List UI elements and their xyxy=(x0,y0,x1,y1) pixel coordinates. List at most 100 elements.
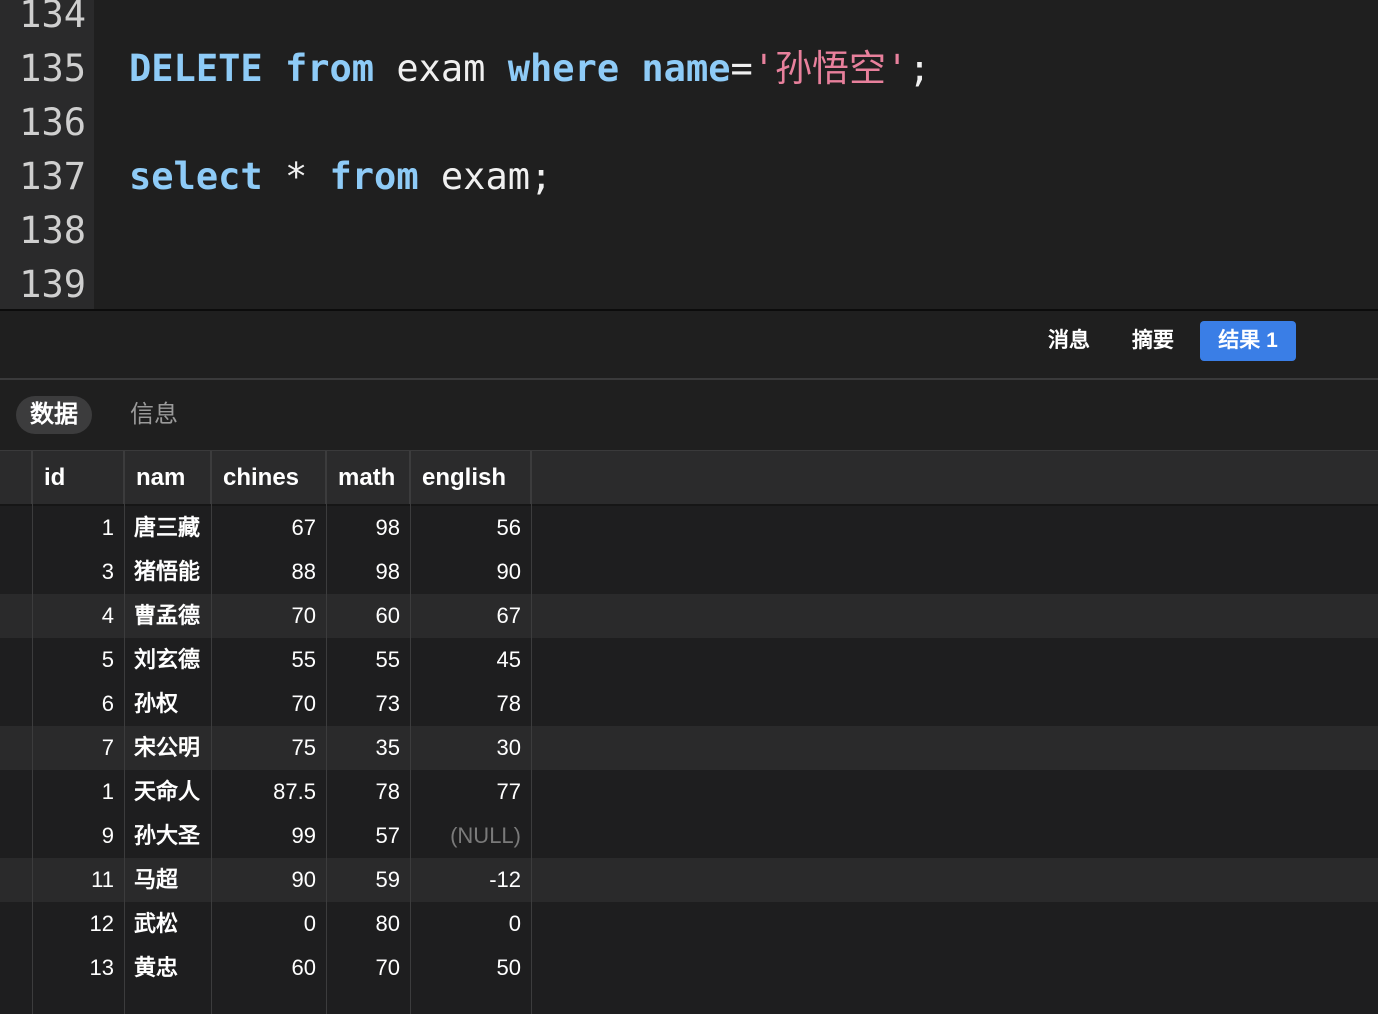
cell-english[interactable]: 90 xyxy=(410,550,531,594)
cell-id[interactable]: 4 xyxy=(32,594,124,638)
cell-math[interactable]: 80 xyxy=(326,902,410,946)
cell-english[interactable]: 45 xyxy=(410,638,531,682)
cell-nam[interactable]: 马超 xyxy=(124,858,211,902)
cell-english[interactable]: 67 xyxy=(410,594,531,638)
cell-math[interactable]: 60 xyxy=(326,594,410,638)
string-literal: '孙悟空' xyxy=(752,47,909,90)
subtab-data[interactable]: 数据 xyxy=(16,396,92,434)
table-row[interactable]: 1 天命人 87.5 78 77 xyxy=(0,770,1378,814)
cell-id[interactable]: 7 xyxy=(32,726,124,770)
table-row[interactable]: 4 曹孟德 70 60 67 xyxy=(0,594,1378,638)
result-grid[interactable]: id nam chines math english 1 唐三藏 67 98 56 3 猪悟能 88 9… xyxy=(0,451,1378,1014)
line-number-gutter: 134 135 136 137 138 139 xyxy=(0,0,94,309)
asterisk: * xyxy=(284,155,308,198)
cell-chines[interactable]: 67 xyxy=(211,506,326,550)
column-separator xyxy=(124,451,125,1014)
table-row[interactable]: 3 猪悟能 88 98 90 xyxy=(0,550,1378,594)
cell-nam[interactable]: 天命人 xyxy=(124,770,211,814)
cell-english[interactable]: 56 xyxy=(410,506,531,550)
cell-id[interactable]: 11 xyxy=(32,858,124,902)
cell-nam[interactable]: 武松 xyxy=(124,902,211,946)
column-separator xyxy=(410,451,411,1014)
cell-nam[interactable]: 孙大圣 xyxy=(124,814,211,858)
line-number: 137 xyxy=(19,155,86,198)
column-name: name xyxy=(641,47,731,90)
cell-math[interactable]: 55 xyxy=(326,638,410,682)
code-line-select[interactable]: select * from exam; xyxy=(129,150,552,204)
cell-chines[interactable]: 88 xyxy=(211,550,326,594)
table-row[interactable]: 7 宋公明 75 35 30 xyxy=(0,726,1378,770)
line-number: 134 xyxy=(19,0,86,36)
cell-nam[interactable]: 刘玄德 xyxy=(124,638,211,682)
table-row[interactable]: 1 唐三藏 67 98 56 xyxy=(0,506,1378,550)
cell-chines[interactable]: 60 xyxy=(211,946,326,990)
cell-english[interactable]: 77 xyxy=(410,770,531,814)
cell-chines[interactable]: 75 xyxy=(211,726,326,770)
subtab-info[interactable]: 信息 xyxy=(116,396,192,434)
column-header-nam[interactable]: nam xyxy=(124,451,211,504)
column-separator xyxy=(32,451,33,1014)
column-header-english[interactable]: english xyxy=(410,451,531,504)
cell-math[interactable]: 57 xyxy=(326,814,410,858)
table-row[interactable]: 6 孙权 70 73 78 xyxy=(0,682,1378,726)
cell-id[interactable]: 3 xyxy=(32,550,124,594)
cell-chines[interactable]: 70 xyxy=(211,594,326,638)
cell-id[interactable]: 9 xyxy=(32,814,124,858)
table-row[interactable]: 11 马超 90 59 -12 xyxy=(0,858,1378,902)
cell-english[interactable]: 0 xyxy=(410,902,531,946)
semicolon: ; xyxy=(530,155,553,198)
cell-math[interactable]: 73 xyxy=(326,682,410,726)
cell-english[interactable]: 78 xyxy=(410,682,531,726)
keyword-where: where xyxy=(507,47,620,90)
cell-math[interactable]: 98 xyxy=(326,550,410,594)
table-row[interactable]: 9 孙大圣 99 57 (NULL) xyxy=(0,814,1378,858)
cell-math[interactable]: 59 xyxy=(326,858,410,902)
cell-id[interactable]: 13 xyxy=(32,946,124,990)
cell-chines[interactable]: 90 xyxy=(211,858,326,902)
keyword-select: select xyxy=(129,155,263,198)
cell-chines[interactable]: 55 xyxy=(211,638,326,682)
cell-id[interactable]: 5 xyxy=(32,638,124,682)
cell-chines[interactable]: 99 xyxy=(211,814,326,858)
grid-header: id nam chines math english xyxy=(0,451,1378,506)
tab-messages[interactable]: 消息 xyxy=(1030,321,1108,361)
row-header-corner xyxy=(0,451,32,504)
result-tab-bar: 消息 摘要 结果 1 xyxy=(0,311,1378,378)
cell-id[interactable]: 1 xyxy=(32,770,124,814)
cell-nam[interactable]: 宋公明 xyxy=(124,726,211,770)
cell-nam[interactable]: 唐三藏 xyxy=(124,506,211,550)
cell-chines[interactable]: 0 xyxy=(211,902,326,946)
table-row[interactable]: 13 黄忠 60 70 50 xyxy=(0,946,1378,990)
column-header-id[interactable]: id xyxy=(32,451,124,504)
cell-math[interactable]: 35 xyxy=(326,726,410,770)
line-number: 136 xyxy=(19,101,86,144)
cell-chines[interactable]: 87.5 xyxy=(211,770,326,814)
cell-math[interactable]: 78 xyxy=(326,770,410,814)
cell-id[interactable]: 1 xyxy=(32,506,124,550)
code-line-delete[interactable]: DELETE from exam where name='孙悟空'; xyxy=(129,42,931,96)
keyword-from: from xyxy=(329,155,419,198)
keyword-delete: DELETE xyxy=(129,47,263,90)
cell-english[interactable]: 30 xyxy=(410,726,531,770)
cell-english[interactable]: (NULL) xyxy=(410,814,531,858)
cell-math[interactable]: 70 xyxy=(326,946,410,990)
table-row[interactable]: 12 武松 0 80 0 xyxy=(0,902,1378,946)
cell-chines[interactable]: 70 xyxy=(211,682,326,726)
column-header-math[interactable]: math xyxy=(326,451,410,504)
cell-english[interactable]: -12 xyxy=(410,858,531,902)
tab-result-1[interactable]: 结果 1 xyxy=(1200,321,1296,361)
tab-summary[interactable]: 摘要 xyxy=(1114,321,1192,361)
cell-nam[interactable]: 黄忠 xyxy=(124,946,211,990)
sql-editor[interactable]: 134 135 136 137 138 139 DELETE from exam… xyxy=(0,0,1378,309)
cell-nam[interactable]: 孙权 xyxy=(124,682,211,726)
table-row[interactable]: 5 刘玄德 55 55 45 xyxy=(0,638,1378,682)
cell-nam[interactable]: 曹孟德 xyxy=(124,594,211,638)
cell-id[interactable]: 12 xyxy=(32,902,124,946)
cell-id[interactable]: 6 xyxy=(32,682,124,726)
cell-math[interactable]: 98 xyxy=(326,506,410,550)
cell-english[interactable]: 50 xyxy=(410,946,531,990)
table-name: exam xyxy=(440,155,530,198)
line-number: 138 xyxy=(19,209,86,252)
cell-nam[interactable]: 猪悟能 xyxy=(124,550,211,594)
column-header-chines[interactable]: chines xyxy=(211,451,326,504)
